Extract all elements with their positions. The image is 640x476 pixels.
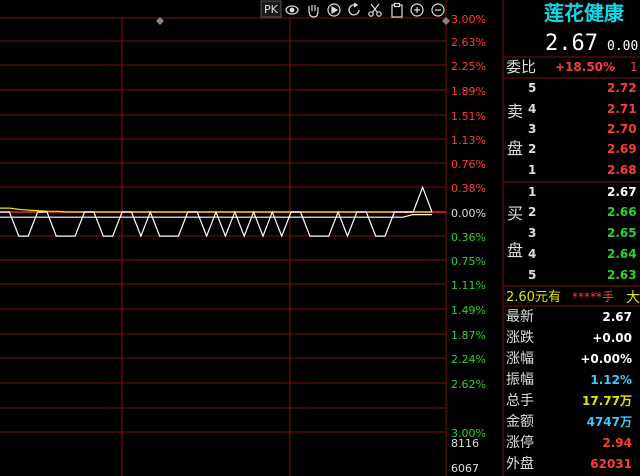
axis-label-zero: 0.00%	[451, 207, 486, 220]
sell-level-price[interactable]: 2.71	[607, 102, 637, 116]
sell-level-number: 5	[528, 81, 536, 95]
stat-label: 振幅	[506, 372, 534, 388]
axis-label-down: 0.75%	[451, 255, 486, 268]
axis-label-up: 1.13%	[451, 134, 486, 147]
axis-label-down: 1.11%	[451, 279, 486, 292]
sell-level-price[interactable]: 2.70	[607, 122, 637, 136]
stat-value: 62031	[590, 457, 632, 471]
stat-value: 2.94	[602, 436, 632, 450]
buy-level-price[interactable]: 2.63	[607, 268, 637, 282]
sell-side-label: 盘	[507, 139, 523, 158]
sell-level-number: 1	[528, 163, 536, 177]
quote-panel: 莲花健康 2.67 0.00 委比 +18.50% 1 卖 盘 5 2.72 4…	[503, 1, 640, 307]
axis-label-down: 1.49%	[451, 304, 486, 317]
sell-level-price[interactable]: 2.68	[607, 163, 637, 177]
buy-level-number: 1	[528, 185, 536, 199]
axis-label-up: 2.63%	[451, 36, 486, 49]
buy-level-number: 2	[528, 205, 536, 219]
wei-extra: 1	[630, 60, 638, 74]
axis-label-up: 0.76%	[451, 158, 486, 171]
volume-label: 6067	[451, 462, 479, 475]
wei-label: 委比	[506, 58, 536, 76]
volume-label: 8116	[451, 437, 479, 450]
zoom-out-icon[interactable]	[431, 3, 445, 17]
percent-axis: 3.00% 2.63% 2.25% 1.89% 1.51% 1.13% 0.76…	[451, 13, 486, 475]
stat-value: 4747万	[587, 415, 632, 429]
zoom-in-icon[interactable]	[410, 3, 424, 17]
axis-label-down: 0.36%	[451, 231, 486, 244]
sell-level-number: 4	[528, 102, 536, 116]
stock-name: 莲花健康	[544, 1, 625, 25]
axis-label-up: 1.51%	[451, 110, 486, 123]
axis-label-up: 2.25%	[451, 60, 486, 73]
notice-big: 大	[626, 290, 640, 306]
clipboard-icon[interactable]	[391, 2, 403, 18]
buy-level-number: 4	[528, 247, 536, 261]
sell-level-price[interactable]: 2.72	[607, 81, 637, 95]
stat-label: 涨停	[506, 434, 534, 451]
stats-block: 最新 2.67 涨跌 +0.00 涨幅 +0.00% 振幅 1.12% 总手 1…	[506, 309, 632, 472]
hand-icon[interactable]	[308, 5, 319, 18]
sell-level-price[interactable]: 2.69	[607, 142, 637, 156]
buy-level-number: 5	[528, 268, 536, 282]
stat-label: 金额	[506, 414, 534, 430]
eye-icon[interactable]	[285, 5, 299, 15]
toolbar: PK	[260, 0, 445, 18]
buy-level-price[interactable]: 2.66	[607, 205, 637, 219]
stat-label: 总手	[506, 393, 534, 409]
stat-label: 涨跌	[506, 330, 534, 346]
scissors-icon[interactable]	[368, 3, 382, 17]
stat-label: 最新	[506, 309, 534, 325]
sell-levels: 5 2.72 4 2.71 3 2.70 2 2.69 1 2.68	[528, 81, 637, 177]
stat-value: 17.77万	[582, 394, 632, 408]
pk-label: PK	[264, 3, 279, 16]
stat-value: +0.00	[592, 331, 632, 345]
buy-side-label: 盘	[507, 241, 523, 260]
axis-label-down: 2.24%	[451, 353, 486, 366]
chart-grid	[0, 0, 504, 476]
notice-stars: *****手	[572, 290, 614, 304]
buy-level-price[interactable]: 2.64	[607, 247, 637, 261]
axis-label-up: 0.38%	[451, 182, 486, 195]
sell-level-number: 2	[528, 142, 536, 156]
sell-level-number: 3	[528, 122, 536, 136]
price-change: 0.00	[607, 39, 638, 54]
stat-value: 1.12%	[590, 373, 632, 387]
axis-label-up: 1.89%	[451, 85, 486, 98]
refresh-icon[interactable]	[348, 2, 360, 16]
buy-level-price[interactable]: 2.67	[607, 185, 637, 199]
buy-levels: 1 2.67 2 2.66 3 2.65 4 2.64 5 2.63	[528, 185, 637, 282]
stat-label: 涨幅	[506, 351, 534, 367]
sell-side-label: 卖	[507, 102, 523, 121]
notice-price: 2.60元有	[506, 290, 561, 305]
stat-value: 2.67	[602, 310, 632, 324]
axis-label-up: 3.00%	[451, 13, 486, 26]
axis-label-down: 2.62%	[451, 378, 486, 391]
play-icon[interactable]	[327, 3, 341, 17]
chart-series	[0, 185, 433, 238]
buy-level-price[interactable]: 2.65	[607, 226, 637, 240]
stock-terminal: PK 3.00% 2.63% 2.25% 1.89% 1.51% 1.13% 0…	[0, 0, 640, 476]
current-price: 2.67	[545, 31, 598, 56]
axis-label-down: 1.87%	[451, 329, 486, 342]
stat-value: +0.00%	[580, 352, 632, 366]
stat-label: 外盘	[506, 455, 534, 472]
wei-value: +18.50%	[555, 60, 615, 74]
buy-side-label: 买	[507, 204, 523, 223]
buy-level-number: 3	[528, 226, 536, 240]
